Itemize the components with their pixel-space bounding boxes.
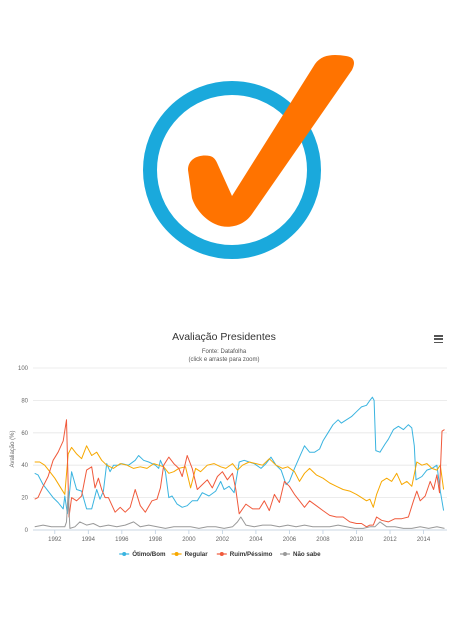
series-line: [34, 419, 445, 528]
series-line: [34, 490, 445, 529]
chart-zoom-hint: (click e arraste para zoom): [188, 356, 260, 363]
x-tick-label: 2004: [249, 537, 263, 543]
x-tick-label: 2012: [383, 537, 397, 543]
y-tick-label: 100: [18, 366, 29, 372]
x-tick-label: 2006: [283, 537, 297, 543]
x-tick-label: 2014: [417, 537, 431, 543]
chart-subtitle: Fonte: Datafolha (click e arraste para z…: [0, 349, 448, 364]
chart-title: Avaliação Presidentes: [172, 331, 276, 343]
legend-swatch-marker: [122, 552, 127, 556]
x-tick-label: 1998: [149, 537, 163, 543]
chart-container: Avaliação Presidentes Fonte: Datafolha (…: [0, 318, 464, 580]
y-tick-label: 40: [21, 463, 28, 469]
legend-swatch-marker: [174, 552, 179, 556]
x-tick-label: 2010: [350, 537, 364, 543]
legend-swatch-marker: [283, 552, 287, 556]
y-tick-label: 20: [21, 496, 28, 502]
y-tick-label: 80: [21, 398, 28, 404]
legend-label: Regular: [185, 551, 209, 558]
hamburger-icon[interactable]: [433, 335, 444, 344]
logo: [0, 0, 464, 300]
series-line: [34, 396, 445, 515]
logo-checkmark: [188, 54, 354, 227]
x-tick-label: 2000: [182, 537, 196, 543]
checkmark-logo-icon: [143, 54, 354, 259]
y-tick-label: 60: [21, 431, 28, 437]
legend-label: Ruim/Péssimo: [230, 551, 273, 558]
legend-label: Ótimo/Bom: [132, 550, 166, 558]
x-tick-label: 1996: [115, 537, 129, 543]
y-axis-label: Avaliação (%): [10, 431, 16, 468]
legend-swatch-marker: [219, 552, 224, 556]
x-tick-label: 2008: [316, 537, 330, 543]
series-line: [34, 445, 445, 508]
y-tick-label: 0: [25, 528, 29, 534]
legend-label: Não sabe: [293, 551, 321, 558]
x-tick-label: 2002: [216, 537, 230, 543]
chart-source: Fonte: Datafolha: [201, 349, 247, 355]
x-tick-label: 1994: [82, 537, 96, 543]
x-tick-label: 1992: [48, 537, 62, 543]
